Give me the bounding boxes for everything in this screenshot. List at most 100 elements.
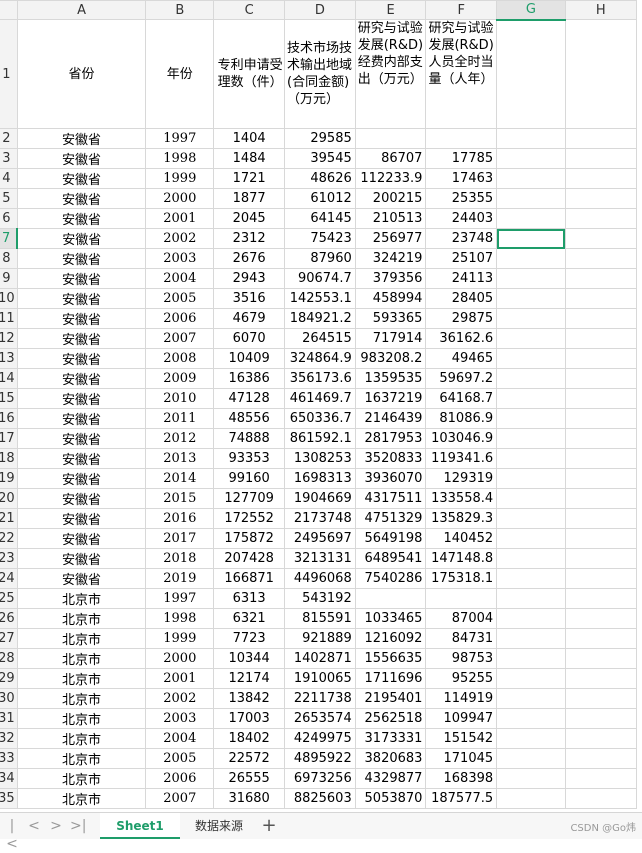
cell-rd-expenditure[interactable]: 2195401 <box>354 688 427 709</box>
cell-tech-market[interactable]: 75423 <box>284 228 356 249</box>
row-header[interactable]: 8 <box>0 248 18 269</box>
cell-rd-expenditure[interactable]: 3520833 <box>354 448 427 469</box>
row-header[interactable]: 24 <box>0 568 18 589</box>
cell-rd-expenditure[interactable]: 5053870 <box>354 788 427 809</box>
empty-cell[interactable] <box>564 588 638 609</box>
cell-year[interactable]: 1999 <box>145 628 215 649</box>
row-header[interactable]: 2 <box>0 128 18 149</box>
cell-year[interactable]: 2012 <box>145 428 215 449</box>
cell-tech-market[interactable]: 61012 <box>284 188 356 209</box>
cell-province[interactable]: 北京市 <box>16 728 147 749</box>
cell-rd-expenditure[interactable]: 4751329 <box>354 508 427 529</box>
cell-year[interactable]: 2000 <box>145 188 215 209</box>
cell-year[interactable]: 2004 <box>145 728 215 749</box>
empty-cell[interactable] <box>564 508 638 529</box>
row-header[interactable]: 7 <box>0 228 19 249</box>
column-header-c[interactable]: C <box>213 0 286 20</box>
column-header-d[interactable]: D <box>284 0 356 20</box>
cell-rd-personnel[interactable]: 81086.9 <box>425 408 498 429</box>
cell-patents[interactable]: 166871 <box>213 568 286 589</box>
cell-rd-personnel[interactable]: 17785 <box>425 148 498 169</box>
column-header-f[interactable]: F <box>425 0 498 20</box>
cell-patents[interactable]: 2045 <box>213 208 286 229</box>
empty-cell[interactable] <box>496 768 566 789</box>
cell-rd-expenditure[interactable]: 2562518 <box>354 708 427 729</box>
prev-sheet-icon[interactable]: < <box>26 817 42 835</box>
cell-patents[interactable]: 3516 <box>213 288 286 309</box>
row-header[interactable]: 27 <box>0 628 18 649</box>
empty-cell[interactable] <box>496 628 566 649</box>
cell-province[interactable]: 北京市 <box>16 708 147 729</box>
empty-cell[interactable] <box>496 748 566 769</box>
cell-year[interactable]: 2019 <box>145 568 215 589</box>
cell-rd-personnel[interactable]: 17463 <box>425 168 498 189</box>
cell-rd-expenditure[interactable]: 458994 <box>354 288 427 309</box>
cell-patents[interactable]: 6321 <box>213 608 286 629</box>
empty-cell[interactable] <box>496 588 566 609</box>
empty-cell[interactable] <box>496 448 566 469</box>
cell-patents[interactable]: 1721 <box>213 168 286 189</box>
row-header[interactable]: 26 <box>0 608 18 629</box>
empty-cell[interactable] <box>496 368 566 389</box>
empty-cell[interactable] <box>496 268 566 289</box>
cell-patents[interactable]: 175872 <box>213 528 286 549</box>
add-sheet-button[interactable]: + <box>260 815 278 837</box>
cell-tech-market[interactable]: 8825603 <box>284 788 356 809</box>
cell-tech-market[interactable]: 90674.7 <box>284 268 356 289</box>
cell-patents[interactable]: 207428 <box>213 548 286 569</box>
cell-rd-expenditure[interactable]: 3173331 <box>354 728 427 749</box>
cell-rd-personnel[interactable]: 29875 <box>425 308 498 329</box>
cell-year[interactable]: 1997 <box>145 128 215 149</box>
cell-tech-market[interactable]: 861592.1 <box>284 428 356 449</box>
cell-tech-market[interactable]: 461469.7 <box>284 388 356 409</box>
row-header[interactable]: 17 <box>0 428 18 449</box>
cell-rd-expenditure[interactable]: 5649198 <box>354 528 427 549</box>
cell-province[interactable]: 安徽省 <box>16 488 147 509</box>
cell-province[interactable]: 安徽省 <box>16 388 147 409</box>
cell-rd-expenditure[interactable]: 717914 <box>354 328 427 349</box>
cell-rd-expenditure[interactable] <box>354 588 427 609</box>
cell-tech-market[interactable]: 2495697 <box>284 528 356 549</box>
tab-sheet1[interactable]: Sheet1 <box>100 813 180 839</box>
spreadsheet-grid[interactable]: A B C D E F G H 1 省份 年份 专利申请受理数（件） 技术市场技… <box>0 0 642 812</box>
row-header[interactable]: 20 <box>0 488 18 509</box>
cell-tech-market[interactable]: 4496068 <box>284 568 356 589</box>
cell-patents[interactable]: 4679 <box>213 308 286 329</box>
cell-patents[interactable]: 12174 <box>213 668 286 689</box>
cell-rd-personnel[interactable]: 87004 <box>425 608 498 629</box>
cell-rd-expenditure[interactable]: 86707 <box>354 148 427 169</box>
cell-province[interactable]: 安徽省 <box>16 268 147 289</box>
header-cell-year[interactable]: 年份 <box>145 19 215 129</box>
cell-rd-personnel[interactable]: 147148.8 <box>425 548 498 569</box>
cell-rd-personnel[interactable]: 59697.2 <box>425 368 498 389</box>
cell-tech-market[interactable]: 324864.9 <box>284 348 356 369</box>
row-header[interactable]: 21 <box>0 508 18 529</box>
cell-rd-expenditure[interactable]: 4317511 <box>354 488 427 509</box>
empty-cell[interactable] <box>564 528 638 549</box>
cell-patents[interactable]: 2943 <box>213 268 286 289</box>
cell-rd-expenditure[interactable]: 210513 <box>354 208 427 229</box>
cell-rd-expenditure[interactable]: 1033465 <box>354 608 427 629</box>
cell-rd-expenditure[interactable]: 324219 <box>354 248 427 269</box>
cell-year[interactable]: 1998 <box>145 608 215 629</box>
empty-cell[interactable] <box>496 248 566 269</box>
row-header[interactable]: 1 <box>0 19 18 129</box>
cell-province[interactable]: 安徽省 <box>16 528 147 549</box>
cell-tech-market[interactable]: 3213131 <box>284 548 356 569</box>
column-header-g[interactable]: G <box>496 0 566 21</box>
empty-cell[interactable] <box>496 19 566 129</box>
empty-cell[interactable] <box>496 488 566 509</box>
cell-province[interactable]: 安徽省 <box>16 208 147 229</box>
cell-year[interactable]: 2015 <box>145 488 215 509</box>
cell-province[interactable]: 安徽省 <box>16 508 147 529</box>
cell-province[interactable]: 安徽省 <box>16 288 147 309</box>
empty-cell[interactable] <box>496 668 566 689</box>
row-header[interactable]: 31 <box>0 708 18 729</box>
empty-cell[interactable] <box>496 128 566 149</box>
cell-province[interactable]: 安徽省 <box>16 128 147 149</box>
cell-patents[interactable]: 10409 <box>213 348 286 369</box>
header-cell-province[interactable]: 省份 <box>16 19 147 129</box>
empty-cell[interactable] <box>496 328 566 349</box>
cell-rd-personnel[interactable]: 187577.5 <box>425 788 498 809</box>
cell-rd-expenditure[interactable]: 1556635 <box>354 648 427 669</box>
